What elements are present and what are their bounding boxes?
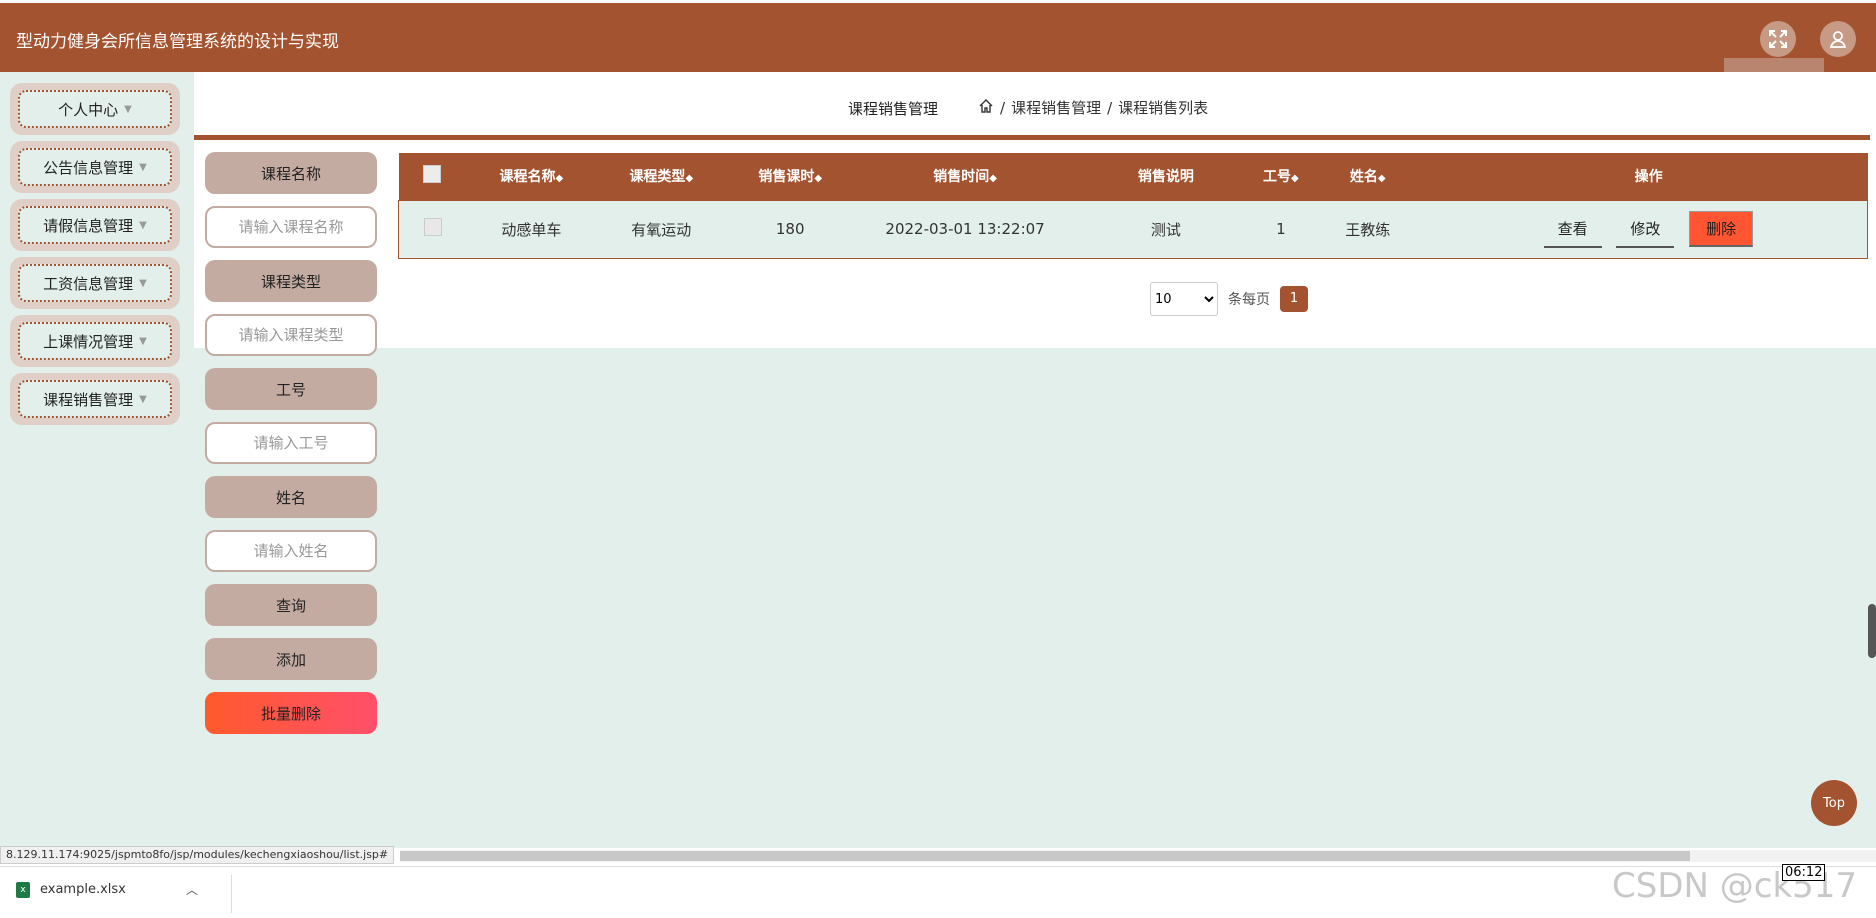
- caret-down-icon: ▼: [139, 335, 147, 347]
- course-type-label: 课程类型: [205, 260, 377, 302]
- fullscreen-icon[interactable]: [1760, 21, 1796, 57]
- column-header[interactable]: 课程名称◆: [466, 153, 596, 200]
- sales-table: 课程名称◆ 课程类型◆ 销售课时◆ 销售时间◆ 销售说明 工号◆ 姓名◆ 操作 …: [398, 153, 1868, 259]
- select-all-checkbox[interactable]: [423, 165, 442, 184]
- course-type-input[interactable]: [205, 314, 377, 356]
- sort-icon: ◆: [1290, 173, 1299, 185]
- caret-down-icon: ▼: [139, 219, 147, 231]
- sidebar-item-personal-center[interactable]: 个人中心 ▼: [10, 83, 180, 135]
- sidebar-item-label: 工资信息管理: [43, 274, 134, 293]
- row-checkbox[interactable]: [423, 218, 442, 236]
- top-bar: 型动力健身会所信息管理系统的设计与实现: [0, 3, 1876, 72]
- sort-icon: ◆: [814, 173, 823, 185]
- course-name-label: 课程名称: [205, 152, 377, 194]
- download-separator: [231, 875, 232, 913]
- breadcrumb: / 课程销售管理 / 课程销售列表: [978, 97, 1208, 118]
- sidebar: 个人中心 ▼ 公告信息管理 ▼ 请假信息管理 ▼ 工资信息管理 ▼ 上课情况管理 ▼ 课程…: [10, 83, 182, 431]
- caret-down-icon: ▼: [139, 393, 147, 405]
- user-avatar-icon[interactable]: [1820, 21, 1856, 57]
- back-to-top-button[interactable]: Top: [1811, 780, 1857, 826]
- search-form: 课程名称 课程类型 工号 姓名 查询 添加 批量删除: [205, 152, 377, 746]
- chevron-up-icon[interactable]: ︿: [186, 881, 198, 898]
- column-header[interactable]: 销售时间◆: [854, 153, 1076, 200]
- header-divider: [194, 135, 1870, 140]
- breadcrumb-item: 课程销售列表: [1118, 99, 1209, 117]
- query-button[interactable]: 查询: [205, 584, 377, 626]
- status-url: 8.129.11.174:9025/jspmto8fo/jsp/modules/…: [0, 846, 395, 864]
- add-button[interactable]: 添加: [205, 638, 377, 680]
- sidebar-item-label: 请假信息管理: [43, 216, 134, 235]
- breadcrumb-item[interactable]: 课程销售管理: [1011, 97, 1101, 118]
- column-header[interactable]: 销售课时◆: [726, 153, 854, 200]
- cell-note: 测试: [1150, 220, 1181, 239]
- download-bar: x example.xlsx ︿: [0, 866, 1876, 918]
- page-title: 课程销售管理: [848, 100, 939, 118]
- sort-icon: ◆: [555, 173, 564, 185]
- name-label: 姓名: [205, 476, 377, 518]
- sort-icon: ◆: [989, 173, 997, 185]
- table-header-row: 课程名称◆ 课程类型◆ 销售课时◆ 销售时间◆ 销售说明 工号◆ 姓名◆ 操作: [398, 153, 1868, 200]
- sidebar-item-label: 个人中心: [58, 100, 119, 119]
- cell-hours: 180: [775, 220, 805, 238]
- cell-staff-id: 1: [1276, 220, 1286, 238]
- sidebar-item-announcements[interactable]: 公告信息管理 ▼: [10, 141, 180, 193]
- column-header: 操作: [1634, 169, 1663, 186]
- column-header[interactable]: 姓名◆: [1306, 153, 1430, 200]
- sidebar-item-label: 上课情况管理: [43, 332, 134, 351]
- download-filename: example.xlsx: [40, 882, 126, 897]
- column-header: 销售说明: [1137, 169, 1194, 186]
- staff-id-input[interactable]: [205, 422, 377, 464]
- sidebar-item-classes[interactable]: 上课情况管理 ▼: [10, 315, 180, 367]
- caret-down-icon: ▼: [139, 277, 147, 289]
- cell-course-name: 动感单车: [501, 220, 562, 239]
- sort-icon: ◆: [685, 173, 694, 185]
- sidebar-item-label: 课程销售管理: [43, 390, 134, 409]
- breadcrumb-separator: /: [1107, 98, 1113, 117]
- excel-file-icon: x: [16, 881, 30, 898]
- cell-name: 王教练: [1345, 220, 1391, 239]
- name-input[interactable]: [205, 530, 377, 572]
- cell-course-type: 有氧运动: [631, 220, 692, 239]
- page-number-button[interactable]: 1: [1280, 286, 1308, 312]
- home-icon[interactable]: [978, 98, 994, 118]
- clock: 06:12: [1782, 864, 1826, 881]
- vertical-scrollbar-thumb[interactable]: [1868, 604, 1876, 658]
- sidebar-item-leave[interactable]: 请假信息管理 ▼: [10, 199, 180, 251]
- course-name-input[interactable]: [205, 206, 377, 248]
- column-header[interactable]: 课程类型◆: [596, 153, 726, 200]
- download-item[interactable]: x example.xlsx ︿: [16, 881, 198, 898]
- view-button[interactable]: 查看: [1543, 212, 1602, 248]
- staff-id-label: 工号: [205, 368, 377, 410]
- scrollbar-thumb[interactable]: [400, 851, 1690, 861]
- app-title: 型动力健身会所信息管理系统的设计与实现: [16, 32, 339, 52]
- cell-time: 2022-03-01 13:22:07: [885, 220, 1045, 238]
- edit-button[interactable]: 修改: [1616, 212, 1675, 248]
- sidebar-item-label: 公告信息管理: [43, 158, 134, 177]
- batch-delete-button[interactable]: 批量删除: [205, 692, 377, 734]
- column-header[interactable]: 工号◆: [1256, 153, 1306, 200]
- sidebar-item-salary[interactable]: 工资信息管理 ▼: [10, 257, 180, 309]
- per-page-label: 条每页: [1228, 292, 1270, 308]
- breadcrumb-separator: /: [1000, 98, 1006, 117]
- page-size-select[interactable]: 10: [1150, 282, 1218, 316]
- caret-down-icon: ▼: [124, 103, 132, 115]
- pagination: 10 条每页 1: [1150, 282, 1308, 316]
- delete-button[interactable]: 删除: [1689, 210, 1754, 247]
- sort-icon: ◆: [1377, 173, 1386, 185]
- horizontal-scrollbar[interactable]: [400, 850, 1876, 862]
- caret-down-icon: ▼: [139, 161, 147, 173]
- sidebar-item-course-sales[interactable]: 课程销售管理 ▼: [10, 373, 180, 425]
- cell-actions: 查看 修改 删除: [1430, 200, 1868, 258]
- table-row: 动感单车 有氧运动 180 2022-03-01 13:22:07 测试 1 王…: [398, 200, 1868, 258]
